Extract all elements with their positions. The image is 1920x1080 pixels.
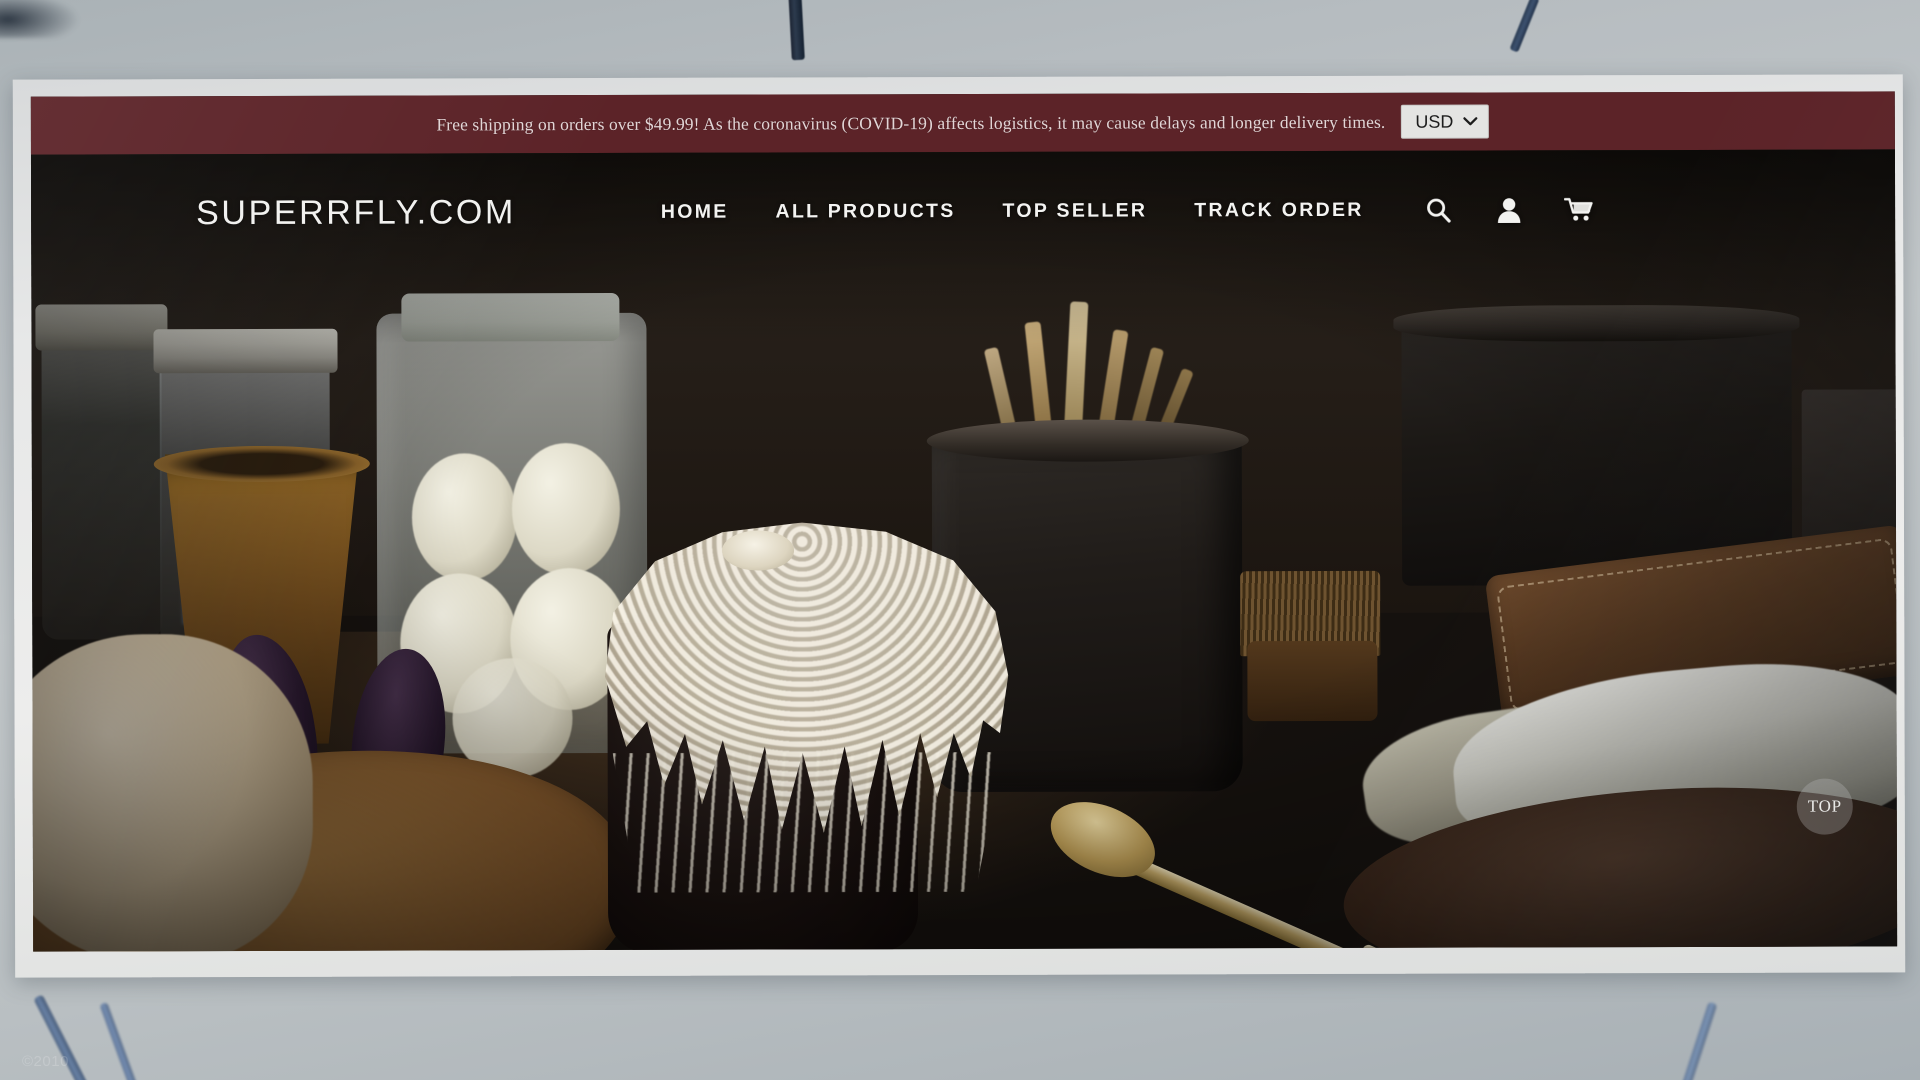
- scene-pot-right-rim: [1393, 304, 1800, 342]
- account-icon[interactable]: [1494, 194, 1524, 224]
- page-watermark: ©2010: [22, 1053, 69, 1070]
- nav-item-all-products[interactable]: ALL PRODUCTS: [776, 200, 956, 224]
- scene-bread-loaf: [30, 633, 314, 952]
- scene-lace-knot: [722, 530, 795, 571]
- scene-egg: [511, 442, 621, 576]
- hero-banner: SUPERRFLY.COM HOME ALL PRODUCTS TOP SELL…: [30, 149, 1898, 952]
- site-header: SUPERRFLY.COM HOME ALL PRODUCTS TOP SELL…: [31, 149, 1895, 272]
- announcement-bar: Free shipping on orders over $49.99! As …: [30, 91, 1895, 155]
- header-icon-group: [1424, 194, 1594, 224]
- nav-item-track-order[interactable]: TRACK ORDER: [1194, 198, 1363, 221]
- cable-top-right: [1509, 0, 1540, 53]
- currency-select[interactable]: USD: [1401, 104, 1490, 140]
- scene-jar-left-b-lid: [153, 328, 338, 374]
- cable-bottom-right: [1671, 1001, 1718, 1080]
- search-icon[interactable]: [1424, 195, 1454, 225]
- cart-icon[interactable]: [1563, 194, 1594, 224]
- scene-jar-left-a-lid: [35, 304, 168, 351]
- back-to-top-button[interactable]: TOP: [1796, 778, 1853, 835]
- cable-top-left: [788, 0, 805, 61]
- scene-brush-handle: [1247, 640, 1378, 722]
- nav-item-home[interactable]: HOME: [661, 200, 729, 223]
- nav-item-top-seller[interactable]: TOP SELLER: [1003, 199, 1148, 222]
- cable-bottom-left-b: [99, 1001, 145, 1080]
- browser-viewport: Free shipping on orders over $49.99! As …: [30, 91, 1898, 952]
- currency-selector[interactable]: USD: [1401, 104, 1490, 140]
- monitor-frame: Free shipping on orders over $49.99! As …: [12, 74, 1906, 978]
- site-logo[interactable]: SUPERRFLY.COM: [196, 193, 516, 233]
- scene-box-right: [1801, 389, 1898, 540]
- scene-egg: [411, 453, 518, 582]
- announcement-text: Free shipping on orders over $49.99! As …: [436, 111, 1386, 134]
- scene-lace-fringe: [613, 752, 1003, 893]
- backdrop-shadow-corner: [0, 0, 80, 38]
- scene-jar-left-a: [41, 309, 163, 640]
- main-navigation: HOME ALL PRODUCTS TOP SELLER TRACK ORDER: [661, 198, 1364, 223]
- scene-egg-jar-neck: [401, 292, 620, 342]
